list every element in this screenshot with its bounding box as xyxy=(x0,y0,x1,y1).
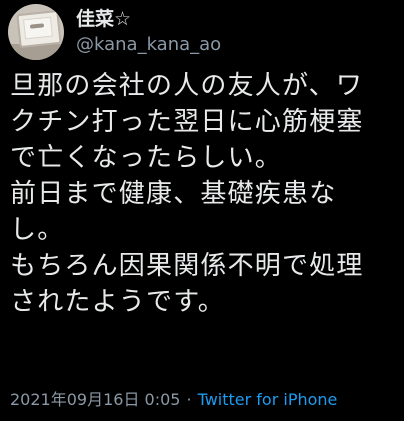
tweet-text-line: 旦那の会社の人の友人が、ワ xyxy=(10,71,364,101)
user-handle[interactable]: @kana_kana_ao xyxy=(76,33,221,57)
user-names: 佳菜☆ @kana_kana_ao xyxy=(76,7,221,57)
avatar[interactable] xyxy=(8,4,64,60)
tweet-meta: 2021年09月16日 0:05 · Twitter for iPhone xyxy=(10,388,337,412)
meta-separator: · xyxy=(186,390,192,409)
tweet-source-link[interactable]: Twitter for iPhone xyxy=(198,390,338,409)
tweet-text-line: されたようです。 xyxy=(10,287,226,317)
tweet-text-line: し。 xyxy=(10,215,65,245)
tweet: 佳菜☆ @kana_kana_ao 旦那の会社の人の友人が、ワ クチン打った翌日… xyxy=(0,0,404,421)
tweet-time[interactable]: 0:05 xyxy=(145,390,181,409)
tweet-date[interactable]: 2021年09月16日 xyxy=(10,390,139,409)
tweet-text-line: もちろん因果関係不明で処理 xyxy=(10,251,364,281)
tweet-text: 旦那の会社の人の友人が、ワ クチン打った翌日に心筋梗塞 で亡くなったらしい。 前… xyxy=(10,68,402,320)
tweet-text-line: 前日まで健康、基礎疾患な xyxy=(10,179,337,209)
tweet-text-line: で亡くなったらしい。 xyxy=(10,143,283,173)
jewelry-box-inner xyxy=(23,16,53,40)
display-name[interactable]: 佳菜☆ xyxy=(76,7,221,31)
tweet-header: 佳菜☆ @kana_kana_ao xyxy=(8,2,221,62)
tweet-text-line: クチン打った翌日に心筋梗塞 xyxy=(10,107,364,137)
